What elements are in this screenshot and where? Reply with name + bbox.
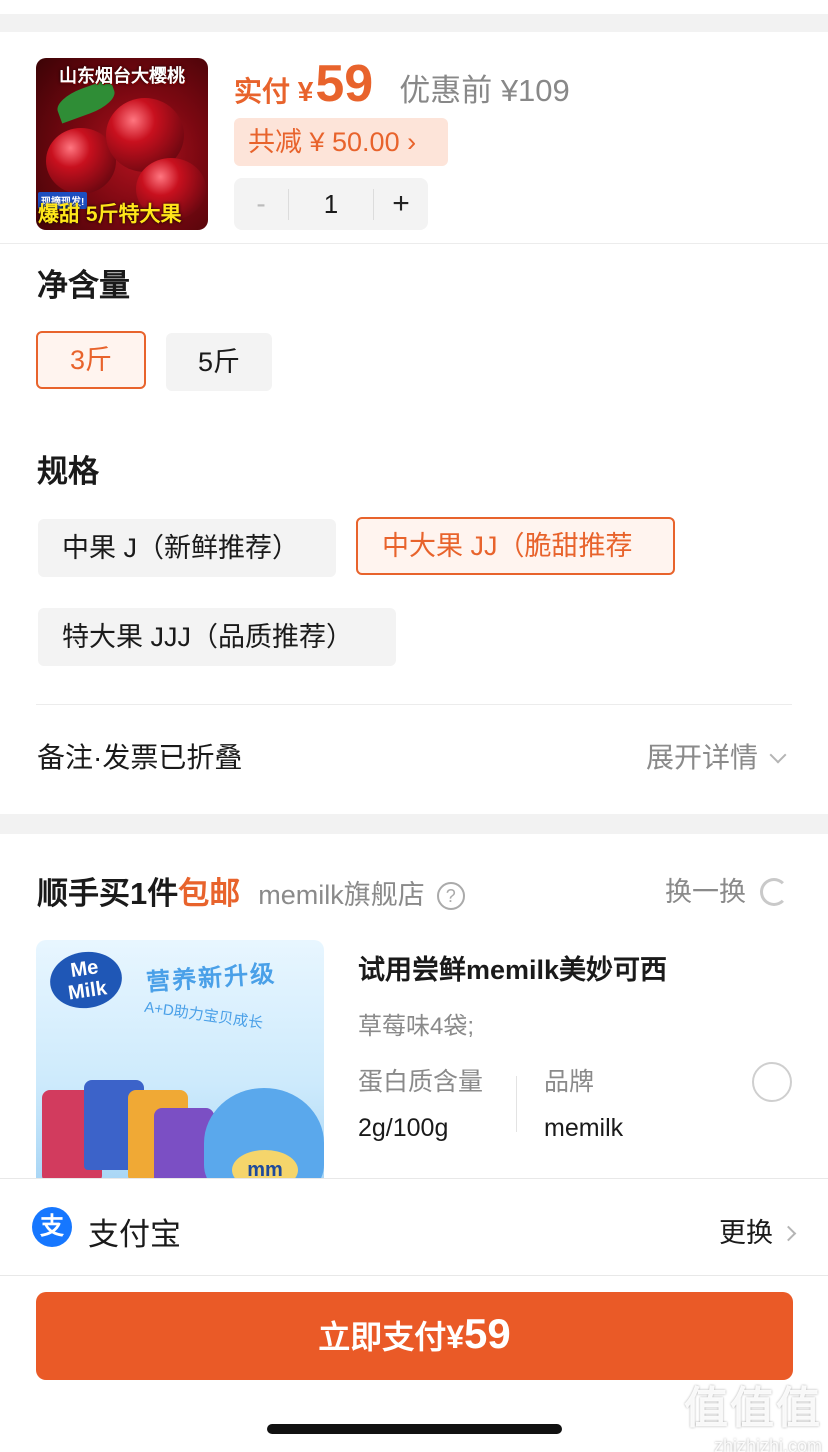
- addon-select-radio[interactable]: [752, 1062, 792, 1102]
- watermark-url: zhizhizhi.com: [713, 1436, 822, 1452]
- spec-option-extra-large[interactable]: 特大果 JJJ（品质推荐）: [38, 608, 396, 666]
- paid-label: 实付 ¥: [234, 76, 314, 107]
- note-invoice-label: 备注·发票已折叠: [37, 742, 243, 773]
- attr-divider: [516, 1076, 517, 1132]
- addon-title: 顺手买1件: [37, 876, 179, 911]
- expand-details-label: 展开详情: [645, 742, 758, 773]
- thumbnail-title: 山东烟台大樱桃: [59, 66, 185, 86]
- change-payment-button[interactable]: 更换: [719, 1211, 797, 1250]
- price-row: 实付 ¥ 59 优惠前 ¥109: [234, 54, 570, 114]
- pay-now-button[interactable]: 立即支付¥ 59: [36, 1292, 793, 1380]
- home-indicator[interactable]: [267, 1424, 562, 1434]
- chevron-right-icon: [780, 1225, 797, 1242]
- free-shipping-label: 包邮: [178, 876, 241, 911]
- divider: [36, 704, 792, 705]
- attr-protein-value: 2g/100g: [358, 1114, 449, 1142]
- spec-title: 规格: [37, 454, 99, 489]
- chevron-down-icon: [769, 746, 787, 764]
- thumbnail-caption: 爆甜 5斤特大果: [38, 203, 182, 226]
- net-content-option-5jin[interactable]: 5斤: [166, 333, 272, 391]
- spec-option-medium-large[interactable]: 中大果 JJ（脆甜推荐: [356, 517, 675, 575]
- quantity-value[interactable]: 1: [288, 188, 374, 220]
- paid-price: 59: [315, 55, 374, 113]
- ad-headline: 营养新升级: [145, 960, 277, 997]
- memilk-logo: Me Milk: [46, 947, 126, 1013]
- pay-now-amount: 59: [464, 1310, 511, 1357]
- swap-button[interactable]: 换一换: [665, 870, 788, 909]
- alipay-icon: 支: [32, 1207, 72, 1247]
- decrease-button[interactable]: -: [234, 188, 288, 220]
- attr-protein-label: 蛋白质含量: [358, 1068, 484, 1096]
- expand-details-button[interactable]: 展开详情: [645, 736, 787, 776]
- ad-subline: A+D助力宝贝成长: [143, 998, 265, 1033]
- spec-option-medium[interactable]: 中果 J（新鲜推荐）: [38, 519, 336, 577]
- product-thumbnail[interactable]: 山东烟台大樱桃 现摘现发! 爆甜 5斤特大果: [36, 58, 208, 230]
- refresh-icon: [760, 878, 788, 906]
- addon-product-image[interactable]: Me Milk 营养新升级 A+D助力宝贝成长 mm: [36, 940, 324, 1180]
- store-name: memilk旗舰店: [258, 880, 425, 910]
- discount-detail-button[interactable]: 共减 ¥ 50.00 ›: [234, 118, 448, 166]
- original-price: 优惠前 ¥109: [399, 73, 570, 108]
- watermark-logo: 值值值: [684, 1384, 822, 1433]
- payment-method-row[interactable]: 支 支付宝 更换: [0, 1178, 828, 1276]
- addon-header: 顺手买1件 包邮 memilk旗舰店 ?: [37, 868, 465, 913]
- help-icon[interactable]: ?: [436, 882, 465, 910]
- attr-brand-value: memilk: [544, 1114, 624, 1142]
- change-payment-label: 更换: [719, 1218, 773, 1248]
- increase-button[interactable]: +: [374, 187, 428, 221]
- swap-label: 换一换: [665, 877, 746, 907]
- quantity-stepper: - 1 +: [234, 178, 428, 230]
- watermark: 值值值 zhizhizhi.com: [684, 1372, 822, 1452]
- top-separator: [0, 0, 828, 32]
- attr-brand-label: 品牌: [544, 1068, 595, 1096]
- product-summary: 山东烟台大樱桃 现摘现发! 爆甜 5斤特大果 实付 ¥ 59 优惠前 ¥109 …: [0, 32, 828, 244]
- payment-method-name: 支付宝: [88, 1217, 181, 1252]
- net-content-option-3jin[interactable]: 3斤: [36, 331, 146, 389]
- section-separator: [0, 814, 828, 834]
- addon-product-name: 试用尝鲜memilk美妙可西: [358, 955, 668, 985]
- note-invoice-row[interactable]: 备注·发票已折叠 展开详情: [0, 720, 828, 790]
- addon-flavor: 草莓味4袋;: [358, 1013, 475, 1040]
- pay-now-label: 立即支付¥: [318, 1319, 465, 1355]
- net-content-title: 净含量: [37, 268, 130, 303]
